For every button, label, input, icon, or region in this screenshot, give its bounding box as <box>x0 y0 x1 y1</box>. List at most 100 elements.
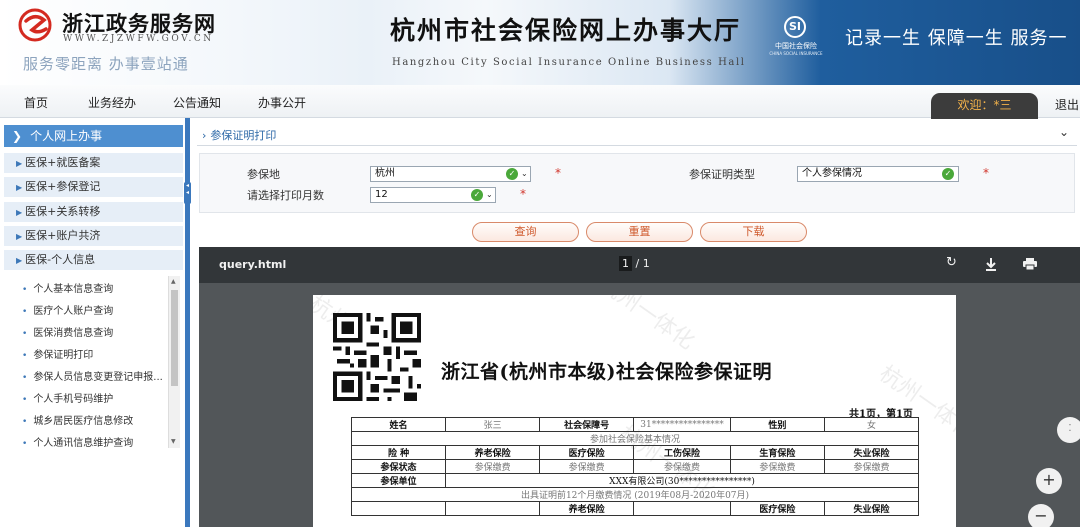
certificate-table: 姓名 张三 社会保障号 31**************** 性别 女 参加社会… <box>350 417 920 516</box>
sidebar-group-label: 医保+参保登记 <box>25 180 101 193</box>
sidebar-item-certificate-print[interactable]: 参保证明打印 <box>22 346 93 361</box>
viewer-file-name: query.html <box>219 258 287 271</box>
table-row: 参加社会保险基本情况 <box>351 431 919 446</box>
triangle-right-icon: ▶ <box>16 208 23 217</box>
rotate-icon[interactable]: ↻ <box>946 255 957 270</box>
nav-item-home[interactable]: 首页 <box>24 94 48 111</box>
triangle-right-icon: ▶ <box>16 256 23 265</box>
reset-button[interactable]: 重置 <box>586 222 693 242</box>
sidebar-item-phone[interactable]: 个人手机号码维护 <box>22 390 113 405</box>
table-cell <box>350 501 447 516</box>
logout-link[interactable]: 退出> <box>1055 96 1080 113</box>
table-row: 参保状态 参保缴费 参保缴费 参保缴费 参保缴费 参保缴费 <box>350 459 920 474</box>
table-cell: 参保缴费 <box>539 459 635 474</box>
zj-gov-logo-icon <box>18 8 52 42</box>
table-cell: 参保缴费 <box>729 459 825 474</box>
sidebar-splitter[interactable]: ◂ ◂ <box>184 118 191 527</box>
banner-title: 杭州市社会保险网上办事大厅 <box>390 16 742 45</box>
table-cell: 失业保险 <box>823 445 920 460</box>
chevron-right-icon: ❯ <box>12 129 23 143</box>
nav-item-notices[interactable]: 公告通知 <box>173 94 221 111</box>
table-cell: 参保单位 <box>350 473 447 488</box>
months-select[interactable]: 12 ✓ ⌄ <box>370 187 496 203</box>
main-nav: 首页 业务经办 公告通知 办事公开 <box>0 85 1080 118</box>
table-cell: 参保缴费 <box>445 459 541 474</box>
table-row: 参保单位 XXX有限公司(30****************) <box>350 473 919 488</box>
table-cell: 养老保险 <box>445 445 541 460</box>
table-cell: 张三 <box>445 417 541 432</box>
nav-item-public[interactable]: 办事公开 <box>258 94 306 111</box>
sidebar-item-contact-info[interactable]: 个人通讯信息维护查询 <box>22 434 133 449</box>
sidebar-head[interactable]: ❯ 个人网上办事 <box>4 125 183 147</box>
months-label: 请选择打印月数 <box>247 189 324 202</box>
download-button[interactable]: 下载 <box>700 222 807 242</box>
welcome-user-tab[interactable]: 欢迎：*三 <box>931 93 1038 119</box>
breadcrumb: › 参保证明打印 <box>202 127 276 143</box>
header-banner: 浙江政务服务网 WWW.ZJZWFW.GOV.CN 服务零距离 办事壹站通 杭州… <box>0 0 1080 85</box>
table-cell: 出具证明前12个月缴费情况 (2019年08月-2020年07月) <box>351 487 919 502</box>
viewer-side-toggle[interactable]: ⁚ <box>1057 417 1080 443</box>
banner-subtitle: Hangzhou City Social Insurance Online Bu… <box>392 57 746 68</box>
table-cell <box>445 501 541 516</box>
sidebar-group-label: 医保+账户共济 <box>25 229 101 242</box>
social-insurance-logo-icon: SI 中国社会保险 CHINA SOCIAL INSURANCE <box>768 16 824 62</box>
zoom-in-button[interactable]: + <box>1036 468 1062 494</box>
chevron-down-icon: ⌄ <box>521 169 528 178</box>
scroll-down-icon[interactable]: ▼ <box>171 438 176 445</box>
si-logo-text: 中国社会保险 <box>775 42 817 50</box>
check-icon: ✓ <box>942 168 954 180</box>
sidebar-group-enrollment[interactable]: ▶ 医保+参保登记 <box>4 177 183 197</box>
table-cell: 养老保险 <box>539 501 635 516</box>
scroll-up-icon[interactable]: ▲ <box>171 278 176 285</box>
sidebar-item-account-query[interactable]: 医疗个人账户查询 <box>22 302 113 317</box>
site-url: WWW.ZJZWFW.GOV.CN <box>63 34 214 44</box>
chevron-down-icon: ⌄ <box>486 190 493 199</box>
qr-code-icon <box>333 313 421 401</box>
sidebar-group-label: 医保+关系转移 <box>25 205 101 218</box>
sidebar-item-resident-medical[interactable]: 城乡居民医疗信息修改 <box>22 412 133 427</box>
table-cell: XXX有限公司(30****************) <box>445 473 919 488</box>
certificate-type-label: 参保证明类型 <box>689 168 755 181</box>
sidebar-item-basic-info[interactable]: 个人基本信息查询 <box>22 280 113 295</box>
sidebar-item-info-change[interactable]: 参保人员信息变更登记申报... <box>22 368 163 383</box>
table-cell: 女 <box>823 417 920 432</box>
sidebar-group-transfer[interactable]: ▶ 医保+关系转移 <box>4 202 183 222</box>
print-icon[interactable] <box>1023 258 1037 270</box>
table-cell: 医疗保险 <box>729 501 825 516</box>
sidebar-group-medical-filing[interactable]: ▶ 医保+就医备案 <box>4 153 183 173</box>
sidebar-item-consumption-query[interactable]: 医保消费信息查询 <box>22 324 113 339</box>
si-logo-en: CHINA SOCIAL INSURANCE <box>769 51 823 56</box>
sidebar-group-label: 医保-个人信息 <box>25 253 96 266</box>
zoom-out-button[interactable]: − <box>1028 504 1054 527</box>
query-form: 参保地 杭州 ✓ ⌄ * 参保证明类型 个人参保情况 ✓ * 请选择打印月数 1… <box>199 153 1075 213</box>
table-row: 养老保险 医疗保险 失业保险 <box>350 501 920 516</box>
sidebar-group-label: 医保+就医备案 <box>25 156 101 169</box>
region-select[interactable]: 杭州 ✓ ⌄ <box>370 166 531 182</box>
required-mark: * <box>520 187 526 201</box>
query-button[interactable]: 查询 <box>472 222 579 242</box>
page-current[interactable]: 1 <box>619 256 632 271</box>
certificate-type-select[interactable]: 个人参保情况 ✓ <box>797 166 959 182</box>
months-select-value: 12 <box>375 189 388 200</box>
watermark-text: 杭州一体化 <box>594 295 699 355</box>
chevron-down-icon[interactable]: ⌄ <box>1059 125 1069 139</box>
triangle-right-icon: ▶ <box>16 159 23 168</box>
nav-item-business[interactable]: 业务经办 <box>88 94 136 111</box>
document-page: 杭州一体化 杭州一体化 杭州一体化 杭州一体化 <box>313 295 956 527</box>
table-cell: 参保缴费 <box>633 459 731 474</box>
sidebar-group-personal-info[interactable]: ▶ 医保-个人信息 <box>4 250 183 270</box>
table-cell: 生育保险 <box>729 445 825 460</box>
download-icon[interactable] <box>985 257 997 271</box>
scrollbar-thumb[interactable] <box>171 290 178 386</box>
sidebar-group-account-share[interactable]: ▶ 医保+账户共济 <box>4 226 183 246</box>
region-select-value: 杭州 <box>375 168 395 179</box>
table-cell: 医疗保险 <box>539 445 635 460</box>
table-cell: 工伤保险 <box>633 445 731 460</box>
table-cell: 参加社会保险基本情况 <box>351 431 919 446</box>
viewer-toolbar: query.html 1 / 1 ↻ <box>199 247 1080 283</box>
page: 浙江政务服务网 WWW.ZJZWFW.GOV.CN 服务零距离 办事壹站通 杭州… <box>0 0 1080 527</box>
table-cell: 险 种 <box>350 445 447 460</box>
collapse-sidebar-icon[interactable]: ◂ ◂ <box>184 182 191 204</box>
table-cell: 参保缴费 <box>823 459 920 474</box>
sidebar-scrollbar[interactable]: ▲ ▼ <box>168 276 180 448</box>
